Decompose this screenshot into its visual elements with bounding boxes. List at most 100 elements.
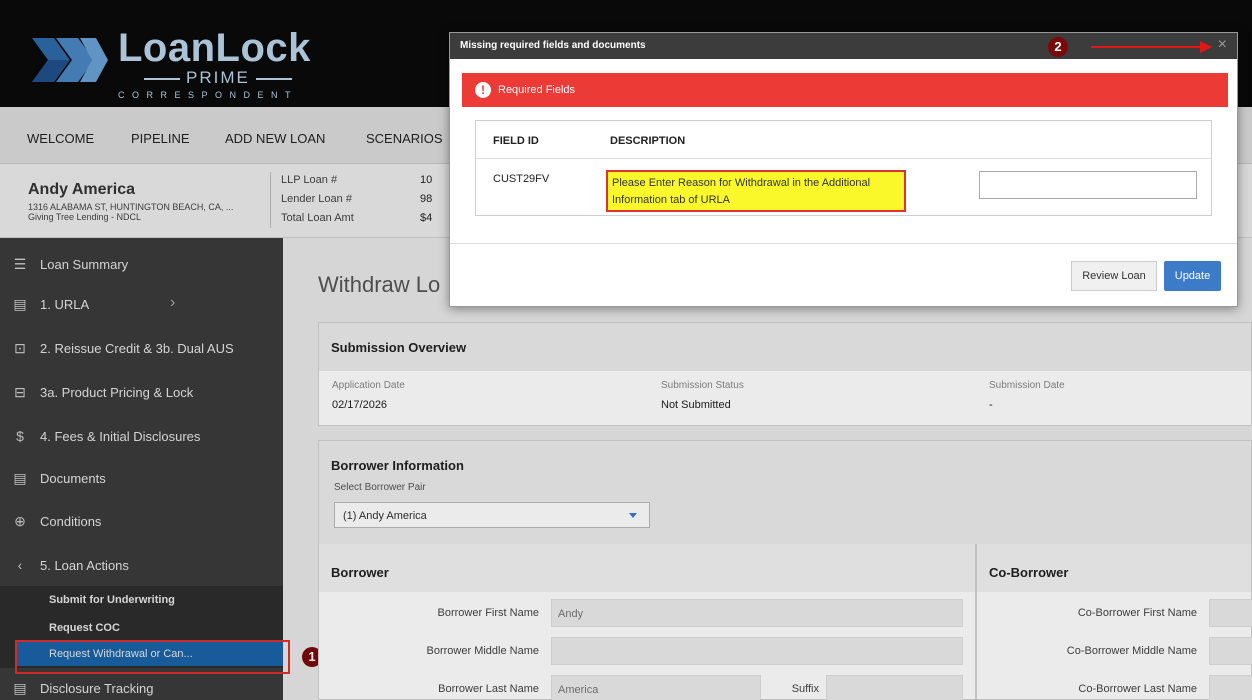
annotation-badge-2: 2 [1048,37,1068,57]
sidebar-item-documents[interactable]: ▤ Documents [0,456,283,500]
field-id-cell: CUST29FV [493,173,550,185]
co-first-name-input[interactable] [1209,599,1252,627]
card-title: Submission Overview [331,340,467,355]
column-field-id: FIELD ID [493,135,539,147]
chevron-left-icon: ‹ [17,557,23,573]
last-name-input[interactable]: America [551,675,761,700]
divider [270,172,271,228]
application-date-value: 02/17/2026 [332,399,388,411]
nav-pipeline[interactable]: PIPELINE [131,131,190,146]
sidebar-item-product-pricing[interactable]: ⊟ 3a. Product Pricing & Lock [0,370,283,414]
chevron-right-icon: › [170,294,176,311]
select-borrower-label: Select Borrower Pair [334,482,426,493]
last-name-label: Borrower Last Name [438,683,539,695]
form-icon: ▤ [13,296,27,312]
arrow-head-icon [1200,41,1212,53]
sidebar-item-label: Conditions [40,514,102,529]
description-line: Please Enter Reason for Withdrawal in th… [612,177,871,189]
close-icon[interactable]: × [1218,36,1227,54]
sidebar-item-label: Disclosure Tracking [40,681,154,696]
input-value: America [558,684,599,696]
co-middle-name-input[interactable] [1209,637,1252,665]
sidebar-item-label: 5. Loan Actions [40,558,129,573]
select-value: (1) Andy America [343,510,427,522]
co-last-name-input[interactable] [1209,675,1252,700]
llp-loan-label: LLP Loan # [281,174,338,186]
submission-date-value: - [989,399,993,411]
sidebar-item-label: 2. Reissue Credit & 3b. Dual AUS [40,341,234,356]
sidebar-item-reissue-credit[interactable]: ⊡ 2. Reissue Credit & 3b. Dual AUS [0,326,283,370]
submission-status-label: Submission Status [661,380,744,391]
card-title: Co-Borrower [989,565,1069,580]
card-header: Borrower Information Select Borrower Pai… [319,441,1251,545]
co-first-name-label: Co-Borrower First Name [1077,607,1197,619]
suffix-label: Suffix [791,683,819,695]
logo-correspondent: CORRESPONDENT [118,90,299,100]
total-loan-label: Total Loan Amt [281,212,354,224]
nav-scenarios[interactable]: SCENARIOS [366,131,443,146]
card-header: Co-Borrower [977,544,1251,592]
description-line: Information tab of URLA [612,194,731,206]
card-header: Submission Overview [319,323,1251,371]
logo-mark-icon [32,38,108,82]
card-title: Borrower Information [331,458,464,473]
divider [450,243,1237,244]
nav-welcome[interactable]: WELCOME [27,131,94,146]
missing-fields-modal: Missing required fields and documents × … [449,32,1238,307]
card-title: Borrower [331,565,389,580]
application-date-label: Application Date [332,380,405,391]
sidebar: ☰ Loan Summary ▤ 1. URLA › ⊡ 2. Reissue … [0,238,283,700]
first-name-input[interactable]: Andy [551,599,963,627]
submenu-request-coc[interactable]: Request COC [49,622,120,634]
sidebar-item-loan-summary[interactable]: ☰ Loan Summary [0,242,283,286]
chevron-down-icon [629,513,637,518]
required-fields-table: FIELD ID DESCRIPTION CUST29FV Please Ent… [475,120,1212,216]
sidebar-item-label: 3a. Product Pricing & Lock [40,385,194,400]
borrower-pair-select[interactable]: (1) Andy America [334,502,650,528]
sidebar-item-conditions[interactable]: ⊕ Conditions [0,499,283,543]
list-icon: ☰ [13,256,27,272]
sidebar-item-fees[interactable]: $ 4. Fees & Initial Disclosures [0,414,283,458]
alert-text: Required Fields [498,84,576,96]
middle-name-input[interactable] [551,637,963,665]
logo[interactable]: LoanLock PRIME CORRESPONDENT [30,20,310,100]
borrower-name: Andy America [28,181,135,198]
table-header: FIELD ID DESCRIPTION [476,121,1211,159]
lock-icon: ⊟ [14,384,26,400]
logo-prime: PRIME [138,68,298,88]
submission-status-value: Not Submitted [661,399,731,411]
lender-name: Giving Tree Lending - NDCL [28,212,142,222]
borrower-card: Borrower Borrower First Name Andy Borrow… [318,544,976,700]
logo-name: LoanLock [118,26,311,70]
coborrower-card: Co-Borrower Co-Borrower First Name Co-Bo… [976,544,1252,700]
co-middle-name-label: Co-Borrower Middle Name [1066,645,1197,657]
description-cell: Please Enter Reason for Withdrawal in th… [606,170,906,212]
network-icon: ⊕ [14,513,26,529]
chip-icon: ⊡ [14,340,26,356]
withdrawal-reason-input[interactable] [979,171,1197,199]
highlight-box [15,640,290,674]
borrower-information-card: Borrower Information Select Borrower Pai… [318,440,1252,545]
input-value: Andy [558,608,584,620]
sidebar-item-loan-actions[interactable]: ‹ 5. Loan Actions [0,543,283,587]
submenu-submit-underwriting[interactable]: Submit for Underwriting [49,594,175,606]
update-button[interactable]: Update [1164,261,1221,291]
modal-title: Missing required fields and documents [460,40,646,51]
sidebar-item-label: Documents [40,471,106,486]
required-fields-alert: ! Required Fields [462,73,1228,107]
suffix-input[interactable] [826,675,963,700]
review-loan-button[interactable]: Review Loan [1071,261,1157,291]
sidebar-item-urla[interactable]: ▤ 1. URLA › [0,282,283,326]
card-header: Borrower [319,544,975,592]
borrower-address: 1316 ALABAMA ST, HUNTINGTON BEACH, CA, .… [28,202,234,212]
column-description: DESCRIPTION [610,135,686,147]
nav-add-new-loan[interactable]: ADD NEW LOAN [225,131,325,146]
first-name-label: Borrower First Name [437,607,539,619]
co-last-name-label: Co-Borrower Last Name [1078,683,1197,695]
sidebar-item-label: Loan Summary [40,257,129,272]
submission-date-label: Submission Date [989,380,1065,391]
total-loan-value: $4 [420,212,433,224]
sidebar-item-label: 1. URLA [40,297,90,312]
document-icon: ▤ [13,470,27,486]
llp-loan-value: 10 [420,174,433,186]
